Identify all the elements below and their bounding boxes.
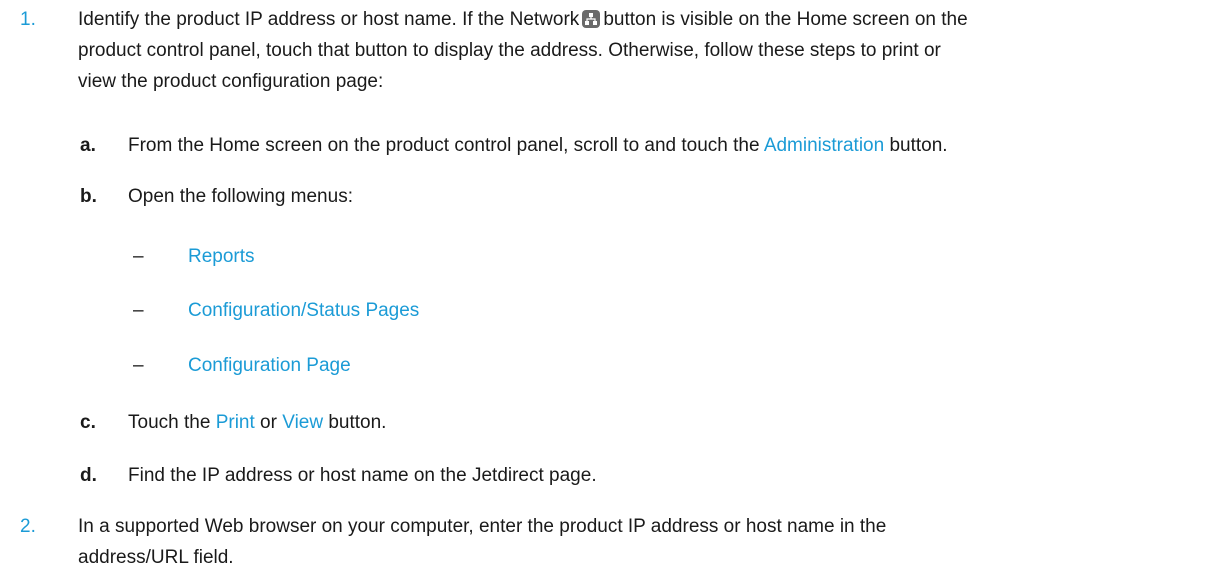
substep-text: Open the following menus:	[128, 186, 353, 207]
step-number: 2.	[20, 516, 36, 537]
configuration-page-link[interactable]: Configuration Page	[188, 350, 351, 381]
step-number: 1.	[20, 9, 36, 30]
step-1-line-1: Identify the product IP address or host …	[78, 9, 968, 30]
step-1-line-2: product control panel, touch that button…	[78, 40, 941, 61]
network-icon	[582, 10, 601, 28]
dash-bullet: –	[133, 246, 144, 267]
view-link[interactable]: View	[282, 412, 323, 433]
print-link[interactable]: Print	[216, 412, 255, 433]
substep-letter: b.	[80, 186, 97, 207]
administration-link[interactable]: Administration	[764, 135, 884, 156]
reports-link[interactable]: Reports	[188, 241, 255, 272]
step-text: Identify the product IP address or host …	[78, 4, 1198, 97]
substep-text: Find the IP address or host name on the …	[128, 465, 597, 486]
step-2-line-1: In a supported Web browser on your compu…	[78, 516, 887, 537]
substep-letter: d.	[80, 465, 97, 486]
substep-letter: a.	[80, 135, 96, 156]
step-text: In a supported Web browser on your compu…	[78, 511, 1198, 573]
dash-bullet: –	[133, 300, 144, 321]
substep-letter: c.	[80, 412, 96, 433]
step-2-line-2: address/URL field.	[78, 547, 234, 568]
step-1-line-3: view the product configuration page:	[78, 71, 384, 92]
substep-text: Touch the Print or View button.	[128, 412, 387, 433]
dash-bullet: –	[133, 355, 144, 376]
configuration-status-pages-link[interactable]: Configuration/Status Pages	[188, 295, 419, 326]
substep-text: From the Home screen on the product cont…	[128, 135, 948, 156]
document-page: 1. Identify the product IP address or ho…	[0, 0, 1214, 579]
